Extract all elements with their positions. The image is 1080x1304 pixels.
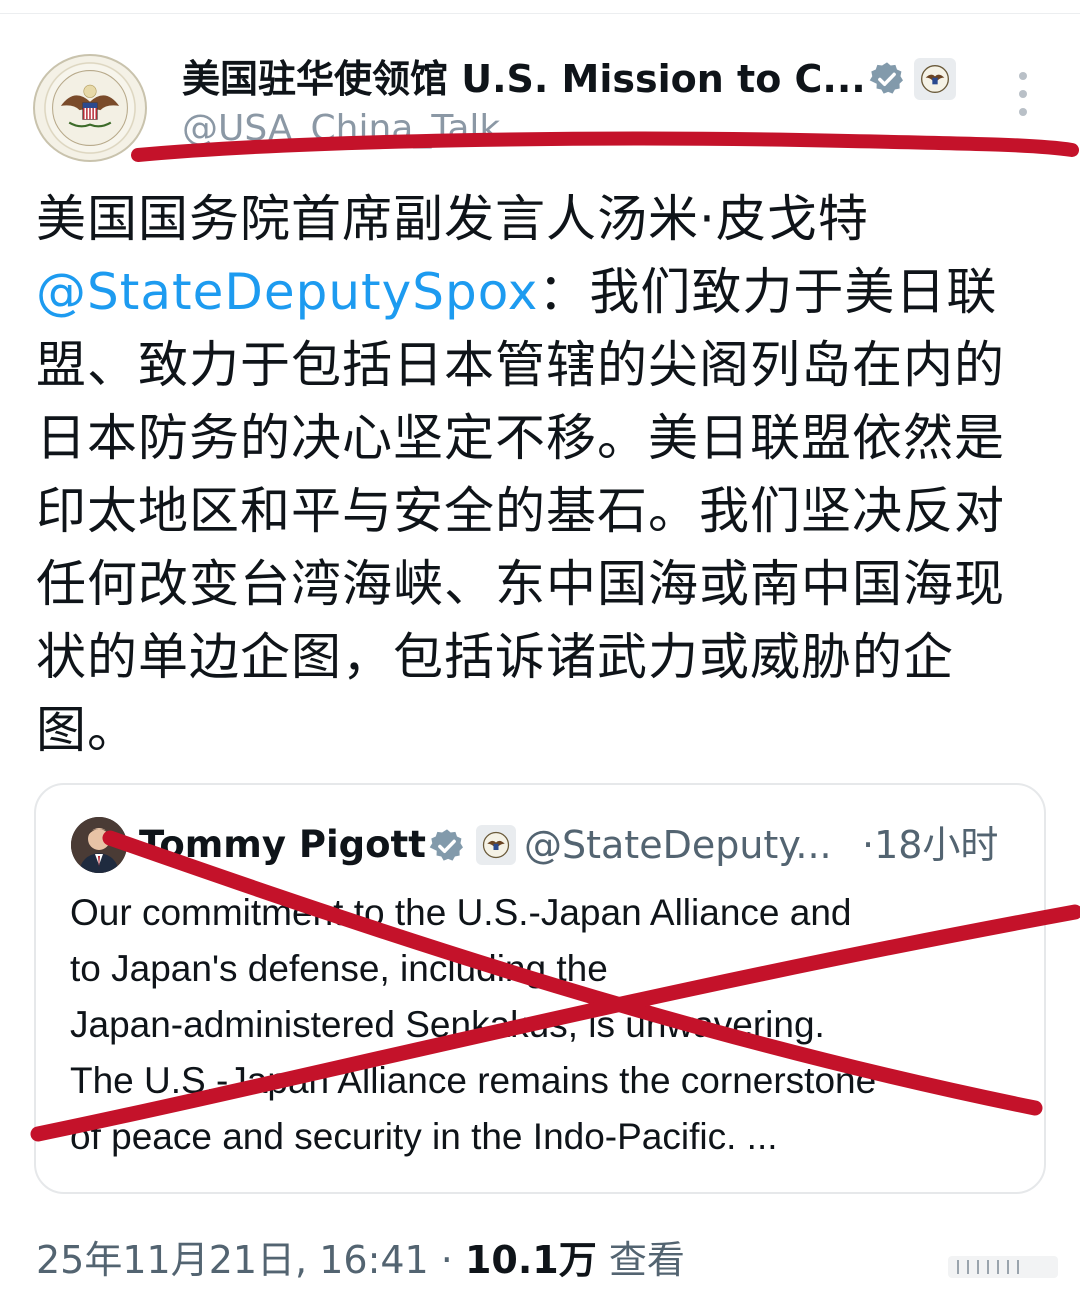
tweet-line-text: ：我们致力于美日联 bbox=[538, 263, 998, 321]
state-seal-icon bbox=[476, 825, 516, 865]
verified-icon bbox=[869, 62, 903, 94]
tweet-meta: 25年11月21日, 16:41 · 10.1万 查看 bbox=[36, 1232, 685, 1288]
embassy-seal-icon bbox=[52, 70, 128, 146]
tweet-timestamp[interactable]: 25年11月21日, 16:41 · bbox=[36, 1238, 465, 1282]
tweet-line: 日本防务的决心坚定不移。美日联盟依然是 bbox=[36, 409, 1005, 467]
views-count: 10.1万 bbox=[464, 1238, 597, 1282]
tweet-line: 任何改变台湾海峡、东中国海或南中国海现 bbox=[36, 555, 1005, 613]
verified-icon bbox=[429, 829, 463, 861]
mention-link[interactable]: @StateDeputySpox bbox=[36, 263, 538, 321]
tweet-line: 盟、致力于包括日本管辖的尖阁列岛在内的 bbox=[36, 336, 1005, 394]
quote-text: Our commitment to the U.S.-Japan Allianc… bbox=[70, 885, 1030, 1165]
embassy-avatar[interactable] bbox=[33, 54, 147, 162]
quote-author-name[interactable]: Tommy Pigott bbox=[139, 819, 426, 871]
portrait-icon bbox=[71, 817, 127, 873]
quote-avatar[interactable] bbox=[71, 817, 127, 873]
tweet-line: 图。 bbox=[36, 701, 138, 759]
tweet-line: 印太地区和平与安全的基石。我们坚决反对 bbox=[36, 482, 1005, 540]
quote-author-handle[interactable]: @StateDeputy... bbox=[524, 819, 832, 871]
tweet-line: @StateDeputySpox：我们致力于美日联 bbox=[36, 256, 1036, 329]
quote-timestamp[interactable]: ·18小时 bbox=[862, 819, 998, 871]
tweet-line: 状的单边企图，包括诉诸武力或威胁的企 bbox=[36, 628, 954, 686]
top-divider bbox=[0, 0, 1080, 14]
views-label: 查看 bbox=[596, 1238, 685, 1282]
quoted-tweet-card[interactable]: Tommy Pigott @StateDeputy... ·18小时 Our c… bbox=[34, 783, 1046, 1194]
quote-line: Japan-administered Senkakus, is unwaveri… bbox=[70, 1004, 825, 1045]
quote-line: Our commitment to the U.S.-Japan Allianc… bbox=[70, 892, 852, 933]
state-seal-icon bbox=[914, 58, 956, 100]
quote-line: of peace and security in the Indo-Pacifi… bbox=[70, 1116, 778, 1157]
tweet-text: 美国国务院首席副发言人汤米·皮戈特 @StateDeputySpox：我们致力于… bbox=[36, 183, 1036, 767]
quote-line: to Japan's defense, including the bbox=[70, 948, 608, 989]
bookmark-icon[interactable] bbox=[948, 1252, 1058, 1282]
author-name[interactable]: 美国驻华使领馆 U.S. Mission to C... bbox=[182, 52, 872, 106]
quote-line: The U.S.-Japan Alliance remains the corn… bbox=[70, 1060, 877, 1101]
author-handle[interactable]: @USA_China_Talk bbox=[182, 104, 500, 154]
more-icon[interactable] bbox=[1008, 72, 1038, 116]
tweet-line: 美国国务院首席副发言人汤米·皮戈特 bbox=[36, 190, 869, 248]
